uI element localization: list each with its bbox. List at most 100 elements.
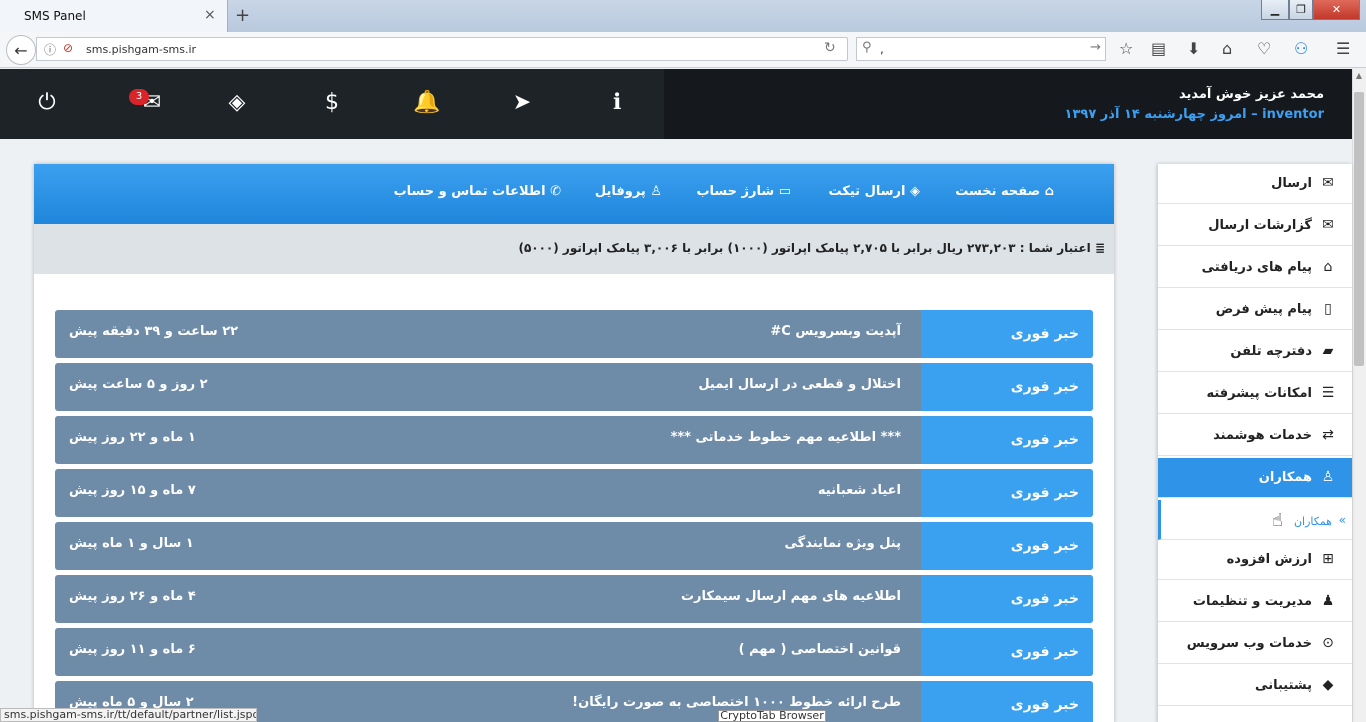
sidebar-item[interactable]: ♙ همکاران: [1158, 458, 1352, 498]
database-icon: ≣: [1090, 241, 1105, 255]
news-title[interactable]: اعیاد شعبانیه: [818, 483, 901, 498]
sidebar-item[interactable]: ✉ گزارشات ارسال: [1158, 206, 1352, 246]
info-icon[interactable]: ⓘ: [44, 41, 56, 58]
reload-icon[interactable]: ↻: [824, 40, 836, 56]
chevron-double-left-icon: «: [1338, 513, 1346, 527]
sidebar-subitem-label[interactable]: همکاران: [1294, 515, 1332, 528]
news-row[interactable]: خبر فوری پنل ویژه نمایندگی ۱ سال و ۱ ماه پ…: [55, 522, 1093, 570]
sidebar-item[interactable]: ⇄ خدمات هوشمند: [1158, 416, 1352, 456]
nav-contact-info[interactable]: ✆ اطلاعات تماس و حساب: [394, 184, 561, 199]
sidebar-item-icon: ✉: [1322, 217, 1334, 233]
news-title[interactable]: پنل ویژه نمایندگی: [785, 536, 901, 551]
send-icon[interactable]: ➤: [502, 90, 542, 115]
username[interactable]: inventor: [1262, 107, 1324, 122]
sidebar-item-icon: ♙: [1321, 469, 1335, 485]
search-input[interactable]: ,: [880, 42, 884, 56]
news-row[interactable]: خبر فوری *** اطلاعیه مهم خطوط خدماتی *** ۱…: [55, 416, 1093, 464]
sidebar-item[interactable]: ♟ مدیریت و تنظیمات: [1158, 582, 1352, 622]
sidebar-item-icon: ◆: [1322, 677, 1334, 693]
news-category: خبر فوری: [921, 469, 1093, 517]
tab-title: SMS Panel: [24, 9, 86, 23]
sidebar-item-label: امکانات پیشرفته: [1206, 386, 1312, 401]
url-text[interactable]: sms.pishgam-sms.ir: [86, 43, 196, 56]
status-url: sms.pishgam-sms.ir/tt/default/partner/li…: [0, 708, 257, 722]
sidebar-item-label: همکاران: [1258, 470, 1312, 485]
power-icon[interactable]: ⏻: [27, 90, 67, 115]
sidebar-item-icon: ⌂: [1323, 259, 1333, 275]
credit-card-icon: ▭: [774, 184, 791, 199]
ticket-icon[interactable]: ◈: [217, 90, 257, 115]
news-row[interactable]: خبر فوری اختلال و قطعی در ارسال ایمیل ۲ رو…: [55, 363, 1093, 411]
sidebar-item-icon: ▯: [1324, 301, 1332, 317]
news-category: خبر فوری: [921, 363, 1093, 411]
close-window-button[interactable]: ✕: [1313, 0, 1360, 20]
sidebar-item-label: پیام پیش فرض: [1215, 302, 1312, 317]
minimize-button[interactable]: ▁: [1261, 0, 1289, 20]
back-button[interactable]: ←: [6, 35, 36, 65]
sidebar-item-label: پشتیبانی: [1255, 678, 1312, 693]
news-row[interactable]: خبر فوری اعیاد شعبانیه ۷ ماه و ۱۵ روز پیش: [55, 469, 1093, 517]
pocket-icon[interactable]: ♡: [1257, 39, 1271, 58]
sidebar-item[interactable]: ▰ دفترچه تلفن: [1158, 332, 1352, 372]
tooltip: CryptoTab Browser: [718, 710, 826, 722]
news-time: ۷ ماه و ۱۵ روز پیش: [69, 483, 196, 498]
bookmark-star-icon[interactable]: ☆: [1119, 39, 1133, 58]
news-title[interactable]: *** اطلاعیه مهم خطوط خدماتی ***: [671, 430, 901, 445]
maximize-button[interactable]: ❐: [1289, 0, 1313, 20]
account-icon[interactable]: ⚇: [1294, 39, 1308, 58]
user-icon: ♙: [645, 184, 662, 199]
notification-bell-icon[interactable]: 🔔: [407, 90, 447, 115]
news-row[interactable]: خبر فوری اطلاعیه های مهم ارسال سیمکارت ۴ م…: [55, 575, 1093, 623]
news-time: ۶ ماه و ۱۱ روز پیش: [69, 642, 196, 657]
today-date: inventor – امروز چهارشنبه ۱۴ آذر ۱۳۹۷: [1065, 107, 1324, 122]
sidebar-item[interactable]: ⌂ پیام های دریافتی: [1158, 248, 1352, 288]
sidebar-item-label: پیام های دریافتی: [1201, 260, 1312, 275]
search-bar[interactable]: [856, 37, 1106, 61]
news-time: ۱ ماه و ۲۲ روز پیش: [69, 430, 196, 445]
tracking-shield-icon[interactable]: ⊘: [63, 41, 73, 55]
dollar-icon[interactable]: $: [312, 90, 352, 115]
news-category: خبر فوری: [921, 416, 1093, 464]
news-title[interactable]: طرح ارائه خطوط ۱۰۰۰ اختصاصی به صورت رایگ…: [572, 695, 901, 710]
news-title[interactable]: اطلاعیه های مهم ارسال سیمکارت: [681, 589, 901, 604]
info-icon[interactable]: ℹ: [597, 90, 637, 115]
credit-info: ≣ اعتبار شما : ۲۷۳,۲۰۳ ریال برابر با ۲,۷…: [518, 241, 1105, 255]
tab-close-icon[interactable]: ×: [204, 7, 216, 23]
news-category: خبر فوری: [921, 310, 1093, 358]
sidebar-item[interactable]: ⊙ خدمات وب سرویس: [1158, 624, 1352, 664]
home-icon: ⌂: [1040, 184, 1054, 199]
sidebar-item-icon: ⊞: [1322, 551, 1334, 567]
scrollbar-thumb[interactable]: [1354, 92, 1364, 366]
sidebar-item[interactable]: ☰ امکانات پیشرفته: [1158, 374, 1352, 414]
news-title[interactable]: آپدیت وبسرویس C#: [770, 324, 901, 339]
sidebar-item-label: ارزش افزوده: [1226, 552, 1312, 567]
sidebar-item-label: خدمات هوشمند: [1213, 428, 1312, 443]
sidebar-item[interactable]: ◆ پشتیبانی: [1158, 666, 1352, 706]
news-row[interactable]: خبر فوری قوانین اختصاصی ( مهم ) ۶ ماه و ۱۱…: [55, 628, 1093, 676]
sidebar-item[interactable]: ✉ ارسال: [1158, 164, 1352, 204]
nav-profile[interactable]: ♙ پروفایل: [595, 184, 662, 199]
search-go-icon[interactable]: →: [1090, 40, 1101, 55]
sidebar-item-label: دفترچه تلفن: [1230, 344, 1312, 359]
new-tab-button[interactable]: +: [235, 5, 250, 26]
news-row[interactable]: خبر فوری آپدیت وبسرویس C# ۲۲ ساعت و ۳۹ دقی…: [55, 310, 1093, 358]
nav-send-ticket[interactable]: ◈ ارسال تیکت: [829, 184, 920, 199]
news-title[interactable]: قوانین اختصاصی ( مهم ): [739, 642, 901, 657]
sidebar-item[interactable]: ⊞ ارزش افزوده: [1158, 540, 1352, 580]
welcome-text: محمد عزیز خوش آمدید: [1178, 87, 1324, 102]
sidebar-item[interactable]: ▯ پیام پیش فرض: [1158, 290, 1352, 330]
menu-icon[interactable]: ☰: [1336, 39, 1350, 58]
nav-home[interactable]: ⌂ صفحه نخست: [955, 184, 1054, 199]
sidebar-item-icon: ⊙: [1322, 635, 1334, 651]
sidebar-item-icon: ⇄: [1322, 427, 1334, 443]
scroll-up-arrow[interactable]: ▲: [1352, 71, 1366, 80]
sidebar-item-icon: ▰: [1322, 343, 1334, 359]
hand-cursor-icon: ☝: [1272, 510, 1283, 531]
news-time: ۱ سال و ۱ ماه پیش: [69, 536, 194, 551]
sidebar-item-label: مدیریت و تنظیمات: [1192, 594, 1312, 609]
reading-list-icon[interactable]: ▤: [1151, 39, 1166, 58]
news-title[interactable]: اختلال و قطعی در ارسال ایمیل: [698, 377, 901, 392]
home-icon[interactable]: ⌂: [1222, 39, 1232, 58]
download-icon[interactable]: ⬇: [1187, 39, 1200, 58]
nav-charge-account[interactable]: ▭ شارژ حساب: [696, 184, 791, 199]
